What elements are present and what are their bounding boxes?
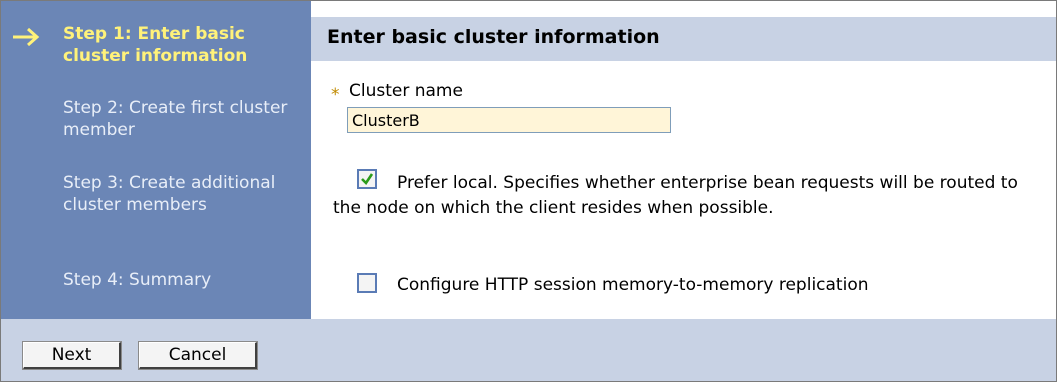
page-title: Enter basic cluster information: [327, 26, 660, 48]
http-replication-checkbox[interactable]: [357, 273, 377, 293]
http-replication-label: Configure HTTP session memory-to-memory …: [397, 275, 869, 295]
cancel-button[interactable]: Cancel: [138, 341, 258, 370]
cluster-name-input[interactable]: [347, 107, 671, 133]
step-1-link[interactable]: Step 1: Enter basic cluster information: [63, 23, 293, 67]
arrow-right-icon: [13, 27, 40, 47]
step-3-link[interactable]: Step 3: Create additional cluster member…: [63, 172, 293, 216]
wizard-steps-sidebar: Step 1: Enter basic cluster information …: [1, 1, 311, 319]
required-icon: *: [331, 85, 340, 105]
prefer-local-label: Prefer local. Specifies whether enterpri…: [333, 173, 1018, 218]
step-4-link[interactable]: Step 4: Summary: [63, 269, 293, 291]
next-button[interactable]: Next: [22, 341, 122, 370]
content-header: Enter basic cluster information: [311, 17, 1056, 61]
step-2-link[interactable]: Step 2: Create first cluster member: [63, 97, 293, 141]
cluster-name-label: Cluster name: [349, 81, 463, 101]
wizard-panel: Step 1: Enter basic cluster information …: [0, 0, 1057, 382]
